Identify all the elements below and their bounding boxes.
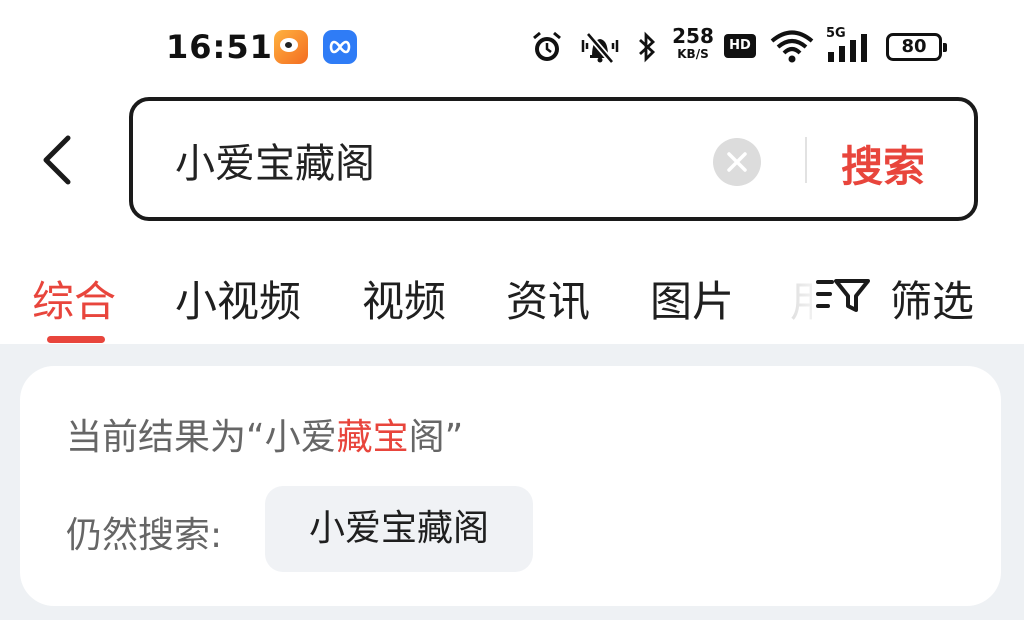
filter-label: 筛选 [890, 277, 975, 326]
tab-video[interactable]: 视频 [362, 268, 446, 329]
vibrate-mute-icon [581, 32, 619, 64]
still-search-label: 仍然搜索: [66, 515, 223, 556]
cell-signal-icon [828, 34, 867, 62]
tab-comprehensive[interactable]: 综合 [32, 268, 116, 329]
search-divider [805, 137, 807, 183]
status-bar: 16:51 258 KB/S HD 5G 80 [0, 0, 1024, 92]
battery-indicator: 80 [886, 33, 947, 61]
alarm-icon [533, 31, 561, 61]
back-button[interactable] [30, 130, 86, 190]
weibo-app-icon [274, 30, 308, 64]
active-tab-indicator [47, 336, 105, 343]
corrected-query-notice: 当前结果为“小爱藏宝阁” [66, 408, 463, 460]
still-search-original-button[interactable]: 小爱宝藏阁 [265, 486, 533, 572]
correction-highlight: 藏宝 [336, 417, 409, 458]
category-tabs: 综合 小视频 视频 资讯 图片 用 筛选 [0, 240, 1024, 344]
clear-search-button[interactable] [713, 138, 761, 186]
tab-images[interactable]: 图片 [650, 268, 734, 329]
filter-button[interactable]: 筛选 [812, 266, 974, 326]
status-time: 16:51 [166, 28, 273, 66]
tab-news[interactable]: 资讯 [506, 268, 590, 329]
network-speed-value: 258 [672, 24, 714, 48]
correction-suffix: 阁” [408, 417, 464, 458]
search-submit-button[interactable]: 搜索 [841, 133, 925, 194]
filter-funnel-icon [816, 279, 870, 312]
tab-short-video[interactable]: 小视频 [175, 268, 301, 329]
hd-badge: HD [724, 34, 756, 58]
search-box: 搜索 [129, 97, 978, 221]
infinity-app-icon [323, 30, 357, 64]
network-speed-unit: KB/S [677, 47, 709, 61]
bluetooth-icon [639, 31, 656, 63]
spell-correction-card: 当前结果为“小爱藏宝阁” 仍然搜索: 小爱宝藏阁 [20, 366, 1001, 606]
search-input[interactable] [175, 131, 695, 189]
wifi-icon [770, 30, 814, 63]
chevron-left-icon [43, 135, 71, 185]
network-speed: 258 KB/S [670, 26, 716, 60]
close-icon [727, 152, 747, 172]
correction-prefix: 当前结果为“小爱 [66, 417, 337, 458]
